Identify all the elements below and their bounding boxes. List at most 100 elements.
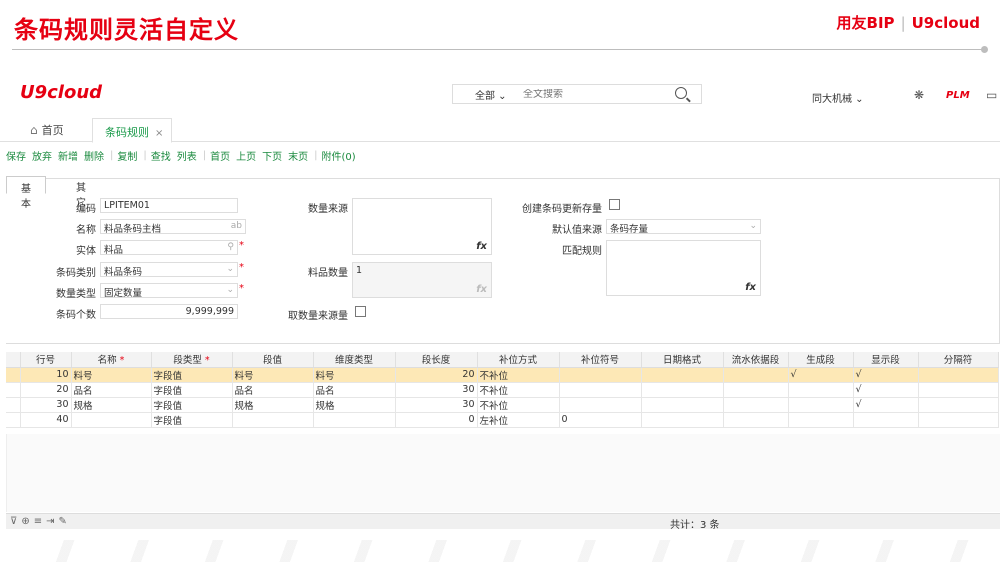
table-cell[interactable] bbox=[788, 412, 854, 428]
search-scope-select[interactable]: 全部 ⌄ bbox=[453, 87, 523, 102]
close-icon[interactable]: × bbox=[155, 128, 163, 139]
tab-barcode-rule[interactable]: 条码规则 × bbox=[92, 118, 172, 143]
list-button[interactable]: 列表 bbox=[177, 148, 197, 163]
formula-icon[interactable]: fx bbox=[745, 282, 756, 293]
table-row[interactable]: 30 规格 字段值 规格 规格 30 不补位 √ bbox=[6, 397, 999, 413]
table-cell[interactable]: 规格 bbox=[313, 397, 396, 413]
table-cell[interactable]: √ bbox=[853, 382, 919, 398]
column-header[interactable]: 流水依据段 bbox=[723, 352, 789, 368]
prev-page-button[interactable]: 上页 bbox=[236, 148, 256, 163]
table-row[interactable]: 40 字段值 0 左补位 0 bbox=[6, 412, 999, 428]
table-cell[interactable]: 20 bbox=[395, 367, 478, 383]
column-header[interactable]: 补位符号 bbox=[559, 352, 642, 368]
entity-field[interactable]: 料品 ⚲ bbox=[100, 240, 238, 255]
table-cell[interactable]: 料号 bbox=[71, 367, 152, 383]
row-marker[interactable] bbox=[6, 382, 21, 398]
search-icon[interactable] bbox=[675, 87, 687, 99]
table-cell[interactable]: 10 bbox=[20, 367, 72, 383]
table-cell[interactable]: 字段值 bbox=[151, 412, 233, 428]
org-selector[interactable]: 同大机械 ⌄ bbox=[812, 90, 864, 105]
table-cell[interactable] bbox=[918, 382, 999, 398]
table-cell[interactable]: 品名 bbox=[71, 382, 152, 398]
table-cell[interactable]: 字段值 bbox=[151, 397, 233, 413]
column-header[interactable]: 分隔符 bbox=[918, 352, 999, 368]
table-cell[interactable] bbox=[641, 382, 724, 398]
message-icon[interactable]: ▭ bbox=[986, 88, 997, 102]
table-cell[interactable] bbox=[853, 412, 919, 428]
subtab-basic[interactable]: 基本 bbox=[6, 176, 46, 210]
table-cell[interactable] bbox=[232, 412, 314, 428]
table-cell[interactable] bbox=[918, 397, 999, 413]
new-button[interactable]: 新增 bbox=[58, 148, 78, 163]
find-button[interactable]: 查找 bbox=[151, 148, 171, 163]
table-cell[interactable]: √ bbox=[853, 367, 919, 383]
table-cell[interactable]: 料号 bbox=[232, 367, 314, 383]
filter-icon[interactable]: ⊽ bbox=[10, 516, 17, 527]
table-cell[interactable] bbox=[723, 382, 789, 398]
table-cell[interactable]: 0 bbox=[559, 412, 642, 428]
table-cell[interactable]: 料号 bbox=[313, 367, 396, 383]
add-row-icon[interactable]: ⊕ bbox=[21, 516, 29, 527]
table-cell[interactable]: 字段值 bbox=[151, 367, 233, 383]
table-cell[interactable]: 20 bbox=[20, 382, 72, 398]
insert-row-icon[interactable]: ≡ bbox=[34, 516, 42, 527]
column-header[interactable]: 段值 bbox=[232, 352, 314, 368]
table-cell[interactable]: 规格 bbox=[71, 397, 152, 413]
search-icon[interactable]: ⚲ bbox=[227, 242, 234, 252]
multilang-icon[interactable]: ab bbox=[231, 221, 242, 231]
column-header[interactable]: 生成段 bbox=[788, 352, 854, 368]
table-cell[interactable] bbox=[918, 412, 999, 428]
qty-type-select[interactable]: 固定数量 ⌄ bbox=[100, 283, 238, 298]
qty-source-field[interactable]: fx bbox=[352, 198, 492, 255]
search-input[interactable] bbox=[523, 88, 663, 100]
table-cell[interactable]: 不补位 bbox=[477, 367, 560, 383]
barcode-count-field[interactable]: 9,999,999 bbox=[100, 304, 238, 319]
take-qty-checkbox[interactable] bbox=[355, 306, 366, 317]
table-cell[interactable] bbox=[641, 412, 724, 428]
create-update-checkbox[interactable] bbox=[609, 199, 620, 210]
global-search[interactable]: 全部 ⌄ bbox=[452, 84, 702, 104]
table-cell[interactable] bbox=[559, 367, 642, 383]
column-header[interactable]: 段类型 * bbox=[151, 352, 233, 368]
formula-icon[interactable]: fx bbox=[476, 241, 487, 252]
table-cell[interactable] bbox=[71, 412, 152, 428]
discard-button[interactable]: 放弃 bbox=[32, 148, 52, 163]
table-cell[interactable] bbox=[723, 367, 789, 383]
table-cell[interactable]: 不补位 bbox=[477, 397, 560, 413]
table-cell[interactable]: 品名 bbox=[313, 382, 396, 398]
edit-icon[interactable]: ✎ bbox=[59, 516, 67, 527]
match-rule-field[interactable]: fx bbox=[606, 240, 761, 296]
apps-icon[interactable]: ❋ bbox=[914, 88, 924, 102]
table-row[interactable]: 20 品名 字段值 品名 品名 30 不补位 √ bbox=[6, 382, 999, 398]
attachments-button[interactable]: 附件(0) bbox=[322, 148, 356, 163]
table-cell[interactable] bbox=[723, 397, 789, 413]
table-cell[interactable] bbox=[918, 367, 999, 383]
barcode-type-select[interactable]: 料品条码 ⌄ bbox=[100, 262, 238, 277]
table-cell[interactable]: 0 bbox=[395, 412, 478, 428]
default-source-select[interactable]: 条码存量 ⌄ bbox=[606, 219, 761, 234]
copy-button[interactable]: 复制 bbox=[117, 148, 137, 163]
row-marker[interactable] bbox=[6, 412, 21, 428]
column-header[interactable]: 显示段 bbox=[853, 352, 919, 368]
table-cell[interactable]: 30 bbox=[395, 382, 478, 398]
save-button[interactable]: 保存 bbox=[6, 148, 26, 163]
column-header[interactable]: 日期格式 bbox=[641, 352, 724, 368]
table-cell[interactable] bbox=[788, 382, 854, 398]
table-cell[interactable] bbox=[641, 397, 724, 413]
table-cell[interactable]: √ bbox=[853, 397, 919, 413]
table-cell[interactable] bbox=[559, 397, 642, 413]
table-cell[interactable]: 左补位 bbox=[477, 412, 560, 428]
table-cell[interactable]: √ bbox=[788, 367, 854, 383]
table-cell[interactable]: 40 bbox=[20, 412, 72, 428]
table-cell[interactable] bbox=[641, 367, 724, 383]
row-marker[interactable] bbox=[6, 397, 21, 413]
table-cell[interactable] bbox=[788, 397, 854, 413]
delete-button[interactable]: 删除 bbox=[84, 148, 104, 163]
row-marker[interactable] bbox=[6, 367, 21, 383]
column-header[interactable]: 补位方式 bbox=[477, 352, 560, 368]
code-field[interactable]: LPITEM01 bbox=[100, 198, 238, 213]
table-cell[interactable]: 30 bbox=[395, 397, 478, 413]
table-cell[interactable]: 30 bbox=[20, 397, 72, 413]
tab-home[interactable]: ⌂ 首页 bbox=[30, 122, 64, 138]
column-header[interactable]: 段长度 bbox=[395, 352, 478, 368]
